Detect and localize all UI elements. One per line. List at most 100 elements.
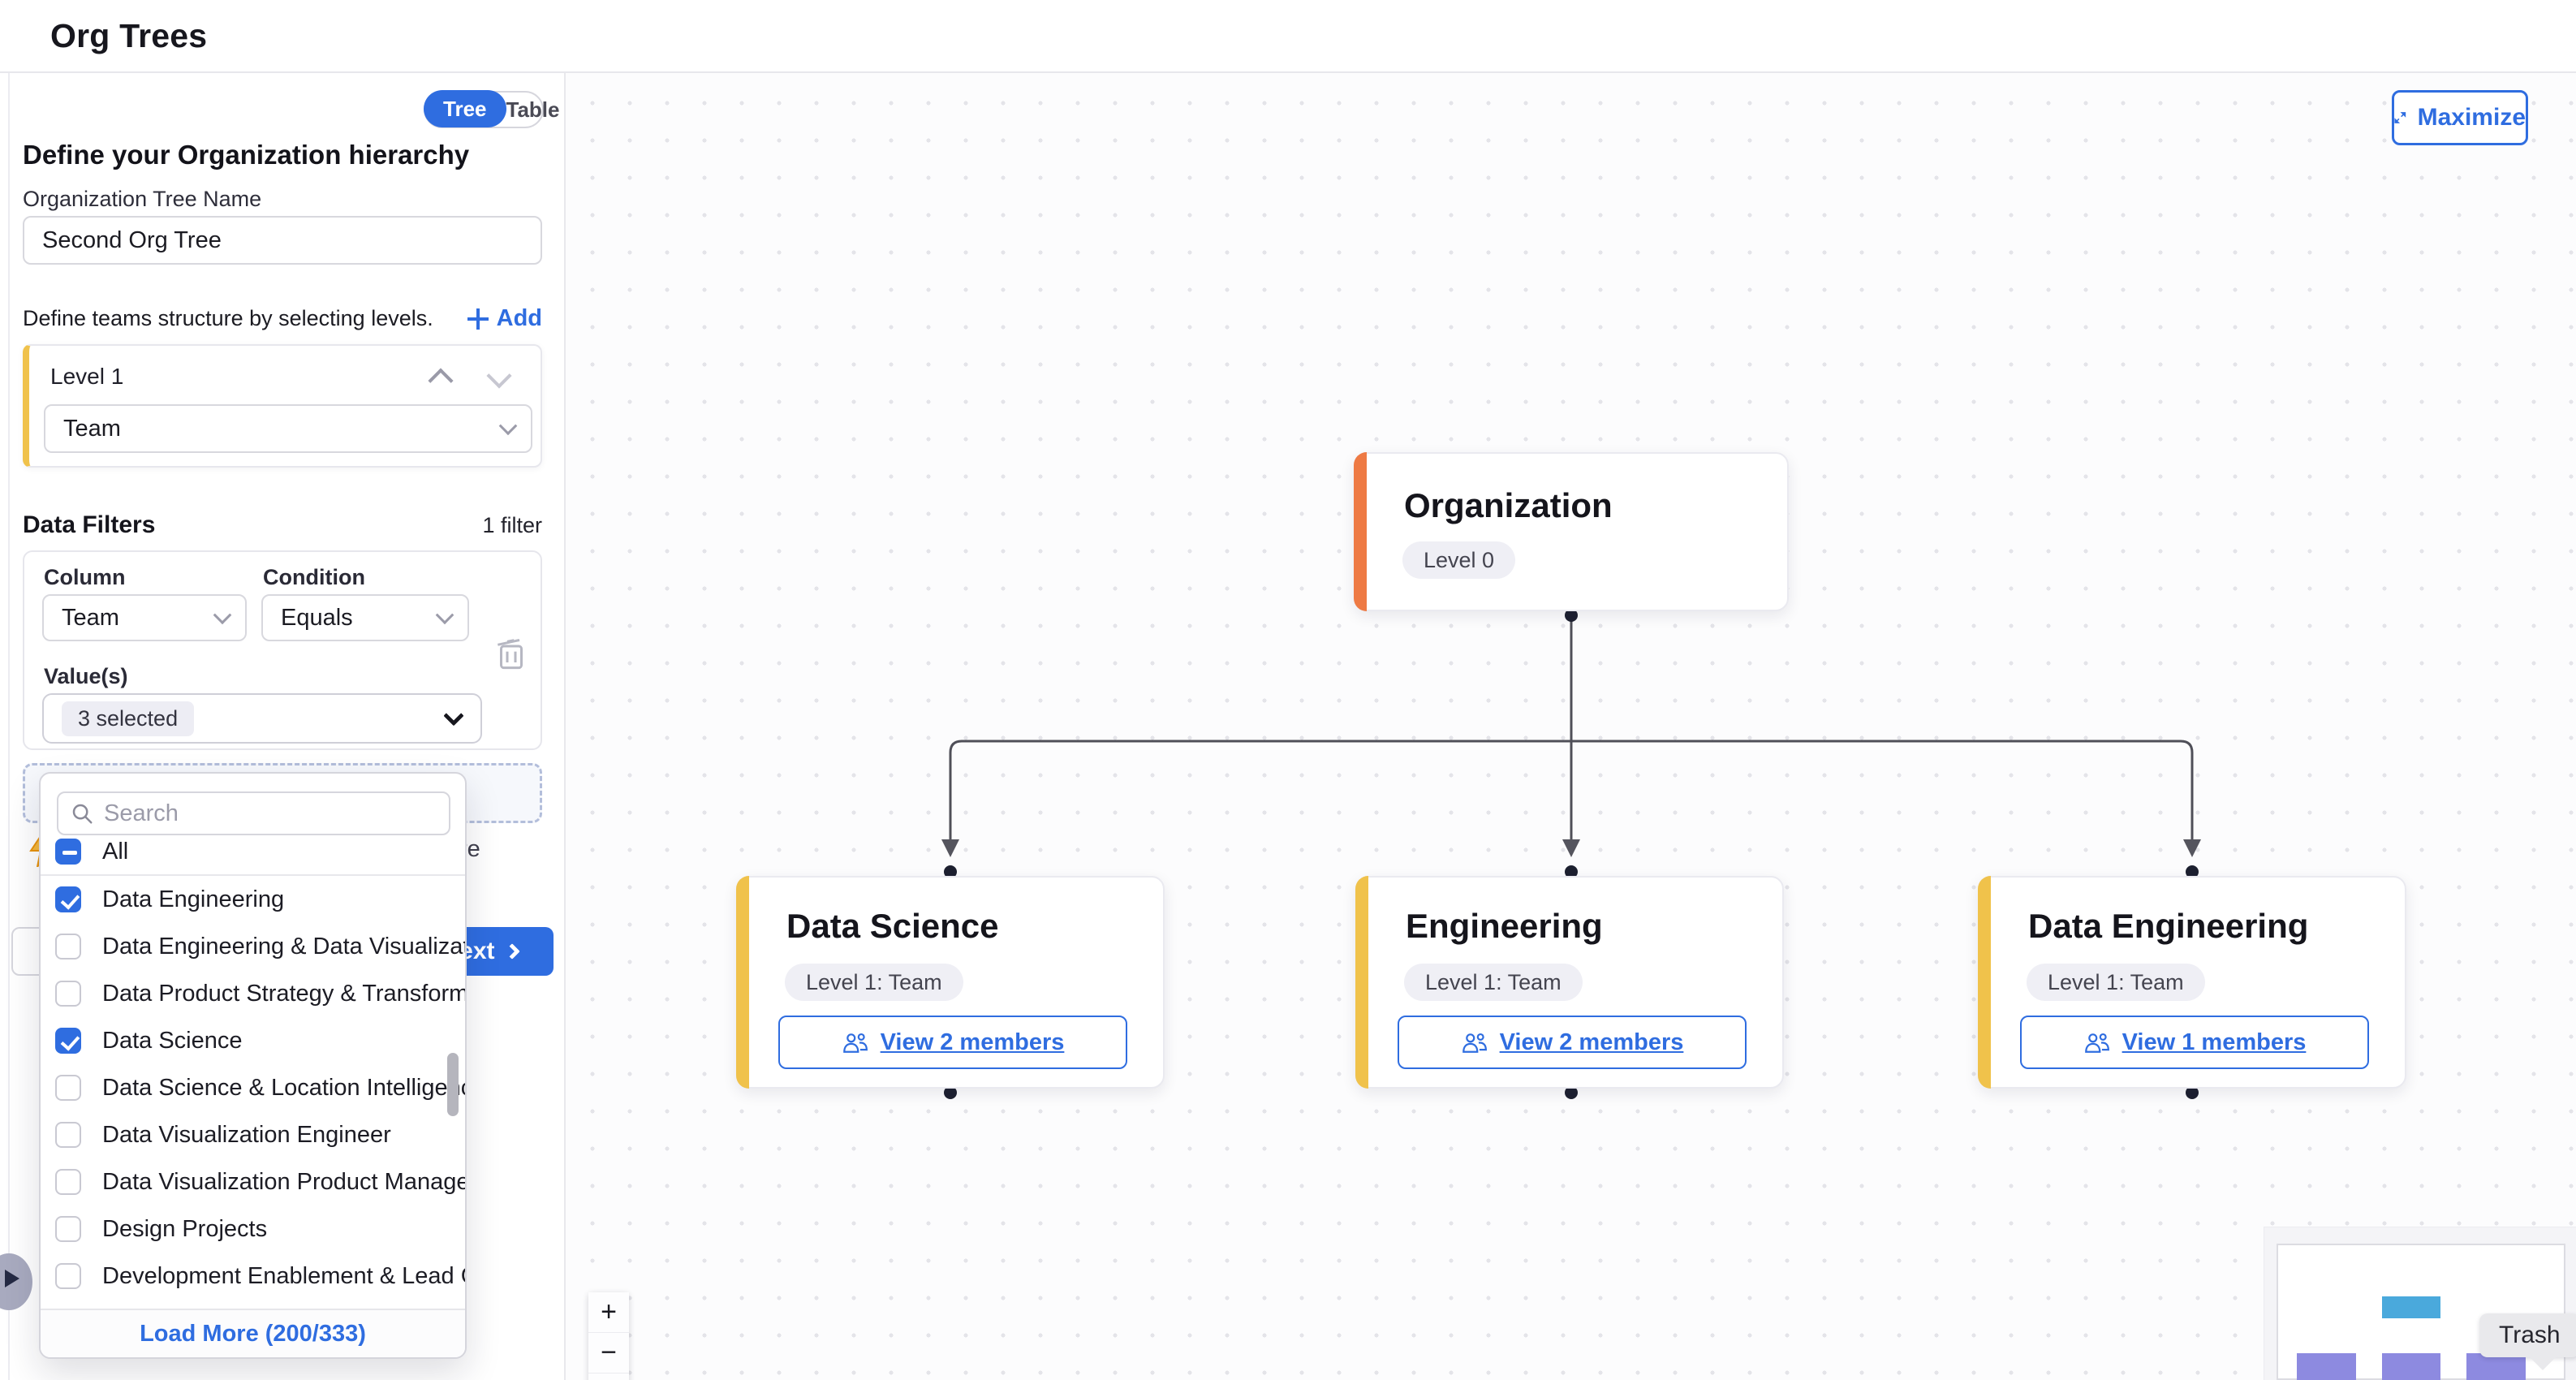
option-label: Data Engineering & Data Visualization — [102, 934, 465, 960]
chevron-down-icon — [443, 705, 463, 726]
move-down-icon[interactable] — [486, 363, 511, 388]
option-row[interactable]: Data Visualization Engineer — [41, 1111, 465, 1158]
scrollbar-thumb[interactable] — [447, 1053, 459, 1116]
sidebar-heading: Define your Organization hierarchy — [23, 140, 469, 170]
node-title: Data Science — [786, 907, 998, 946]
option-row[interactable]: Data Product Strategy & Transformat... — [41, 970, 465, 1017]
page-header: Org Trees — [0, 0, 2576, 73]
view-members-label: View 2 members — [881, 1029, 1065, 1056]
checkbox-unchecked-icon[interactable] — [55, 934, 81, 960]
options-list: Data Engineering Data Engineering & Data… — [41, 876, 465, 1309]
checkbox-unchecked-icon[interactable] — [55, 1169, 81, 1195]
org-tree-canvas[interactable]: Maximize Organization Level 0 — [564, 73, 2576, 1380]
load-more-footer[interactable]: Load More (200/333) — [41, 1309, 465, 1357]
minimap-root-node — [2382, 1296, 2440, 1318]
view-members-label: View 1 members — [2122, 1029, 2307, 1056]
search-input[interactable] — [104, 800, 437, 827]
filter-count: 1 filter — [482, 513, 542, 538]
delete-filter-icon[interactable] — [495, 636, 528, 672]
option-label: Data Product Strategy & Transformat... — [102, 981, 465, 1007]
checkbox-unchecked-icon[interactable] — [55, 1075, 81, 1101]
org-node-engineering[interactable]: Engineering Level 1: Team View 2 members — [1355, 876, 1784, 1089]
zoom-out-button[interactable]: − — [588, 1333, 629, 1374]
column-select[interactable]: Team — [42, 594, 247, 641]
org-node-data-science[interactable]: Data Science Level 1: Team View 2 member… — [736, 876, 1165, 1089]
option-label: Data Visualization Product Managem... — [102, 1169, 465, 1196]
tree-table-toggle[interactable]: Tree Table — [424, 91, 544, 128]
levels-hint: Define teams structure by selecting leve… — [23, 306, 433, 331]
option-row[interactable]: Development Enablement & Lead Ge... — [41, 1253, 465, 1300]
checkbox-checked-icon[interactable] — [55, 886, 81, 912]
view-members-button[interactable]: View 2 members — [778, 1016, 1127, 1069]
condition-select[interactable]: Equals — [261, 594, 469, 641]
view-members-button[interactable]: View 2 members — [1398, 1016, 1747, 1069]
checkbox-unchecked-icon[interactable] — [55, 1263, 81, 1289]
org-node-root[interactable]: Organization Level 0 — [1354, 452, 1789, 611]
option-label: Design Projects — [102, 1216, 267, 1243]
option-row[interactable]: Data Engineering & Data Visualization — [41, 923, 465, 970]
toggle-table[interactable]: Table — [506, 97, 560, 123]
option-row[interactable]: Development & Portfolio Strat... — [41, 1300, 465, 1309]
view-members-button[interactable]: View 1 members — [2020, 1016, 2369, 1069]
node-level-badge: Level 1: Team — [2027, 964, 2205, 1001]
option-label: Data Engineering — [102, 886, 284, 913]
move-up-icon[interactable] — [428, 368, 453, 393]
play-icon — [5, 1270, 19, 1287]
level-1-card: Level 1 Team — [23, 344, 542, 468]
chevron-down-icon — [499, 416, 518, 435]
node-level-badge: Level 0 — [1402, 541, 1515, 579]
select-all-label: All — [102, 839, 128, 865]
checkbox-unchecked-icon[interactable] — [55, 1216, 81, 1242]
chevron-down-icon — [436, 606, 454, 624]
option-row[interactable]: Data Engineering — [41, 876, 465, 923]
chevron-down-icon — [213, 606, 232, 624]
checkbox-indeterminate-icon[interactable] — [55, 839, 81, 865]
load-more-label: Load More (200/333) — [140, 1321, 366, 1348]
node-title: Engineering — [1406, 907, 1603, 946]
tree-name-label: Organization Tree Name — [23, 187, 261, 212]
node-title: Data Engineering — [2028, 907, 2308, 946]
tree-name-input[interactable] — [23, 216, 542, 265]
checkbox-checked-icon[interactable] — [55, 1028, 81, 1054]
checkbox-unchecked-icon[interactable] — [55, 981, 81, 1007]
page-title: Org Trees — [50, 0, 207, 71]
org-trees-app: Org Trees Tree Table Define your Organiz… — [0, 0, 2576, 1380]
chevron-right-icon — [504, 943, 520, 960]
members-icon — [842, 1030, 869, 1054]
select-all-row[interactable]: All — [41, 829, 465, 874]
condition-label: Condition — [263, 565, 365, 590]
option-label: Development Enablement & Lead Ge... — [102, 1263, 465, 1290]
level-title: Level 1 — [50, 364, 123, 390]
condition-value: Equals — [281, 605, 353, 632]
level-type-select[interactable]: Team — [44, 404, 532, 453]
option-row[interactable]: Data Visualization Product Managem... — [41, 1158, 465, 1205]
option-row[interactable]: Data Science — [41, 1017, 465, 1064]
tree-connectors — [566, 73, 2576, 1380]
minimap-viewport — [2277, 1244, 2565, 1380]
add-level-button[interactable]: Add — [467, 305, 542, 332]
add-label: Add — [497, 305, 542, 332]
checkbox-unchecked-icon[interactable] — [55, 1122, 81, 1148]
option-row[interactable]: Design Projects — [41, 1205, 465, 1253]
values-multiselect[interactable]: 3 selected — [42, 693, 482, 744]
node-title: Organization — [1404, 486, 1613, 525]
option-label: Data Science & Location Intelligence — [102, 1075, 465, 1102]
selected-count-chip: 3 selected — [62, 701, 194, 736]
values-dropdown-panel: All Data Engineering Data Engineering & … — [39, 772, 467, 1359]
node-level-badge: Level 1: Team — [785, 964, 963, 1001]
view-members-label: View 2 members — [1500, 1029, 1684, 1056]
option-row[interactable]: Data Science & Location Intelligence — [41, 1064, 465, 1111]
plus-icon — [467, 308, 489, 330]
option-label: Data Science — [102, 1028, 243, 1054]
trash-tooltip: Trash — [2479, 1313, 2576, 1357]
zoom-controls: + − — [588, 1292, 629, 1380]
toggle-tree[interactable]: Tree — [424, 90, 506, 127]
fit-view-button[interactable] — [588, 1374, 629, 1380]
minimap-child-node — [2382, 1353, 2440, 1380]
node-level-badge: Level 1: Team — [1404, 964, 1583, 1001]
filter-card: Column Condition Team Equals Value(s) 3 … — [23, 550, 542, 750]
data-filters-title: Data Filters — [23, 511, 155, 539]
org-node-data-engineering[interactable]: Data Engineering Level 1: Team View 1 me… — [1978, 876, 2406, 1089]
members-icon — [1461, 1030, 1488, 1054]
zoom-in-button[interactable]: + — [588, 1292, 629, 1333]
